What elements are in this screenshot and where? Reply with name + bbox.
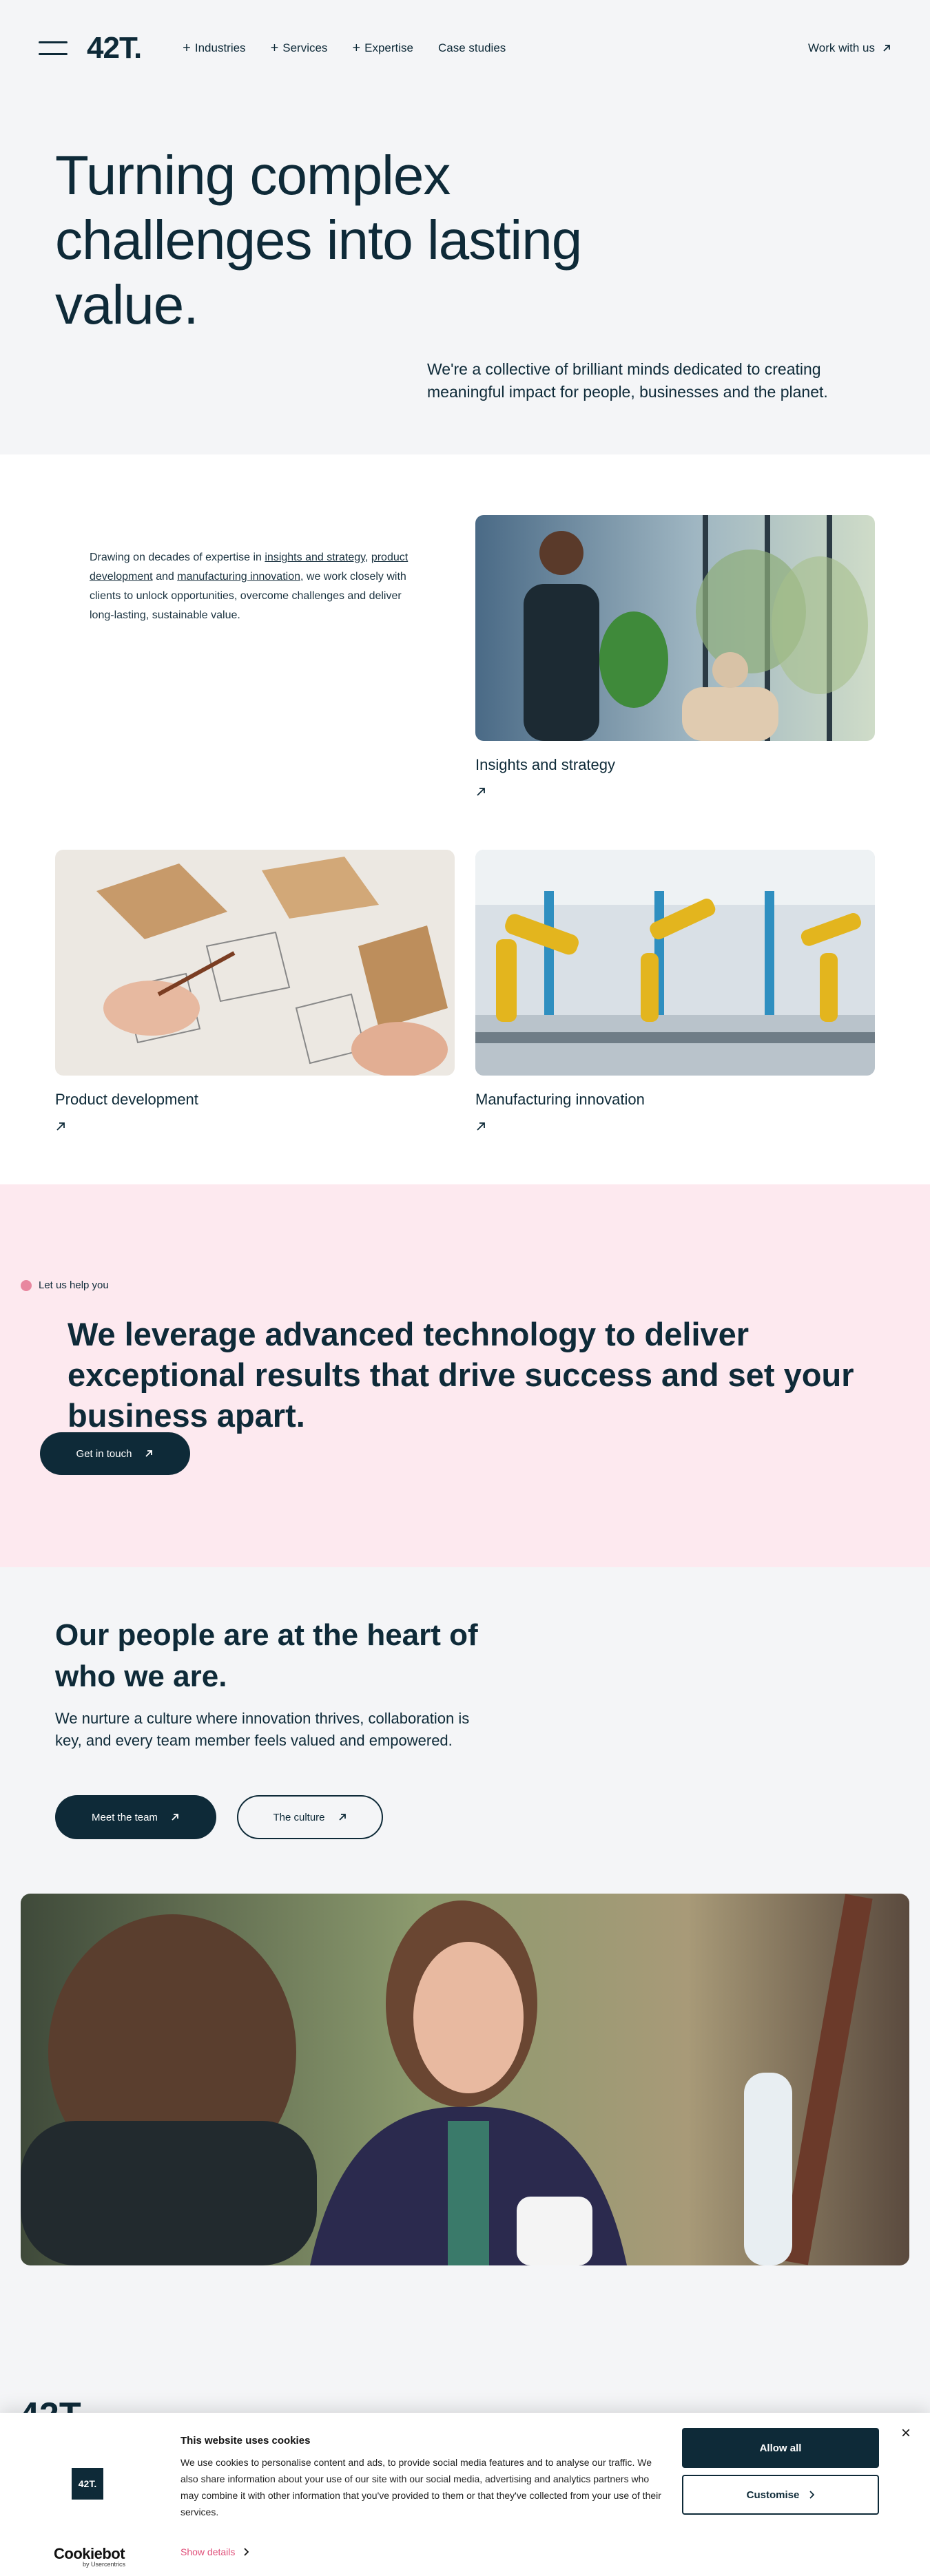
- plus-icon: +: [352, 41, 361, 56]
- link-manufacturing[interactable]: manufacturing innovation: [177, 571, 300, 583]
- help-section: Let us help you We leverage advanced tec…: [0, 1184, 930, 1567]
- intro-text: and: [152, 571, 178, 583]
- arrow-up-right-icon: [172, 1814, 178, 1821]
- site-logo[interactable]: 42T.: [87, 31, 142, 65]
- nav-label: Industries: [194, 41, 246, 54]
- people-photo: [21, 1894, 909, 2265]
- chevron-right-icon: [244, 2548, 249, 2556]
- plus-icon: +: [270, 41, 279, 56]
- plus-icon: +: [183, 41, 191, 56]
- arrow-up-right-icon: [477, 1122, 485, 1131]
- product-development-photo: [55, 850, 455, 1076]
- card-title: Manufacturing innovation: [475, 1091, 645, 1108]
- customise-button[interactable]: Customise: [682, 2475, 879, 2515]
- main-nav: + Industries + Services + Expertise Case…: [183, 41, 506, 55]
- cookie-banner: 42T. Cookiebot by Usercentrics This webs…: [0, 2413, 930, 2576]
- intro-text: ,: [364, 552, 371, 563]
- button-label: The culture: [273, 1811, 325, 1823]
- arrow-up-right-icon: [338, 1814, 346, 1821]
- nav-expertise[interactable]: + Expertise: [352, 41, 413, 55]
- help-label-text: Let us help you: [39, 1279, 109, 1291]
- show-details-label: Show details: [180, 2546, 236, 2557]
- card-insights[interactable]: Insights and strategy: [475, 515, 875, 797]
- get-in-touch-button[interactable]: Get in touch: [40, 1432, 190, 1475]
- nav-label: Case studies: [438, 41, 506, 54]
- button-label: Meet the team: [92, 1811, 158, 1823]
- intro-text: Drawing on decades of expertise in: [90, 552, 265, 563]
- services-section: Drawing on decades of expertise in insig…: [0, 454, 930, 1184]
- help-label: Let us help you: [21, 1279, 109, 1291]
- chevron-right-icon: [809, 2491, 815, 2499]
- allow-all-button[interactable]: Allow all: [682, 2428, 879, 2468]
- card-product-development[interactable]: Product development: [55, 850, 455, 1132]
- menu-icon[interactable]: [39, 41, 68, 55]
- show-details-link[interactable]: Show details: [180, 2546, 249, 2557]
- work-with-us-label: Work with us: [808, 41, 875, 54]
- card-manufacturing-innovation[interactable]: Manufacturing innovation: [475, 850, 875, 1132]
- services-intro: Drawing on decades of expertise in insig…: [90, 548, 413, 625]
- pink-dot-icon: [21, 1279, 32, 1291]
- arrow-up-right-icon: [56, 1122, 65, 1131]
- manufacturing-photo: [475, 850, 875, 1076]
- link-insights[interactable]: insights and strategy: [265, 552, 365, 563]
- arrow-up-right-icon: [145, 1450, 153, 1457]
- card-title: Product development: [55, 1091, 198, 1108]
- cookiebot-subtitle: by Usercentrics: [83, 2561, 126, 2568]
- customise-label: Customise: [746, 2489, 800, 2501]
- card-title: Insights and strategy: [475, 756, 616, 773]
- insights-photo: [475, 515, 875, 741]
- people-title: Our people are at the heart of who we ar…: [55, 1618, 478, 1693]
- nav-label: Services: [282, 41, 328, 54]
- close-icon[interactable]: ×: [901, 2424, 911, 2443]
- site-header: 42T. + Industries + Services + Expertise…: [0, 0, 930, 96]
- button-label: Get in touch: [76, 1447, 132, 1460]
- people-subtitle: We nurture a culture where innovation th…: [55, 1710, 470, 1749]
- work-with-us-link[interactable]: Work with us: [808, 41, 891, 55]
- nav-label: Expertise: [364, 41, 413, 54]
- brand-logo: 42T.: [72, 2468, 103, 2500]
- nav-case-studies[interactable]: Case studies: [438, 41, 506, 55]
- hero-title: Turning complex challenges into lasting …: [55, 145, 582, 335]
- the-culture-button[interactable]: The culture: [237, 1795, 383, 1839]
- meet-the-team-button[interactable]: Meet the team: [55, 1795, 216, 1839]
- hero-subtitle: We're a collective of brilliant minds de…: [427, 360, 828, 401]
- help-title: We leverage advanced technology to deliv…: [68, 1316, 854, 1434]
- nav-services[interactable]: + Services: [271, 41, 328, 55]
- cookie-title: This website uses cookies: [180, 2435, 311, 2447]
- arrow-up-right-icon: [883, 45, 890, 52]
- cookie-text: We use cookies to personalise content an…: [180, 2457, 661, 2517]
- arrow-up-right-icon: [477, 788, 485, 796]
- nav-industries[interactable]: + Industries: [183, 41, 245, 55]
